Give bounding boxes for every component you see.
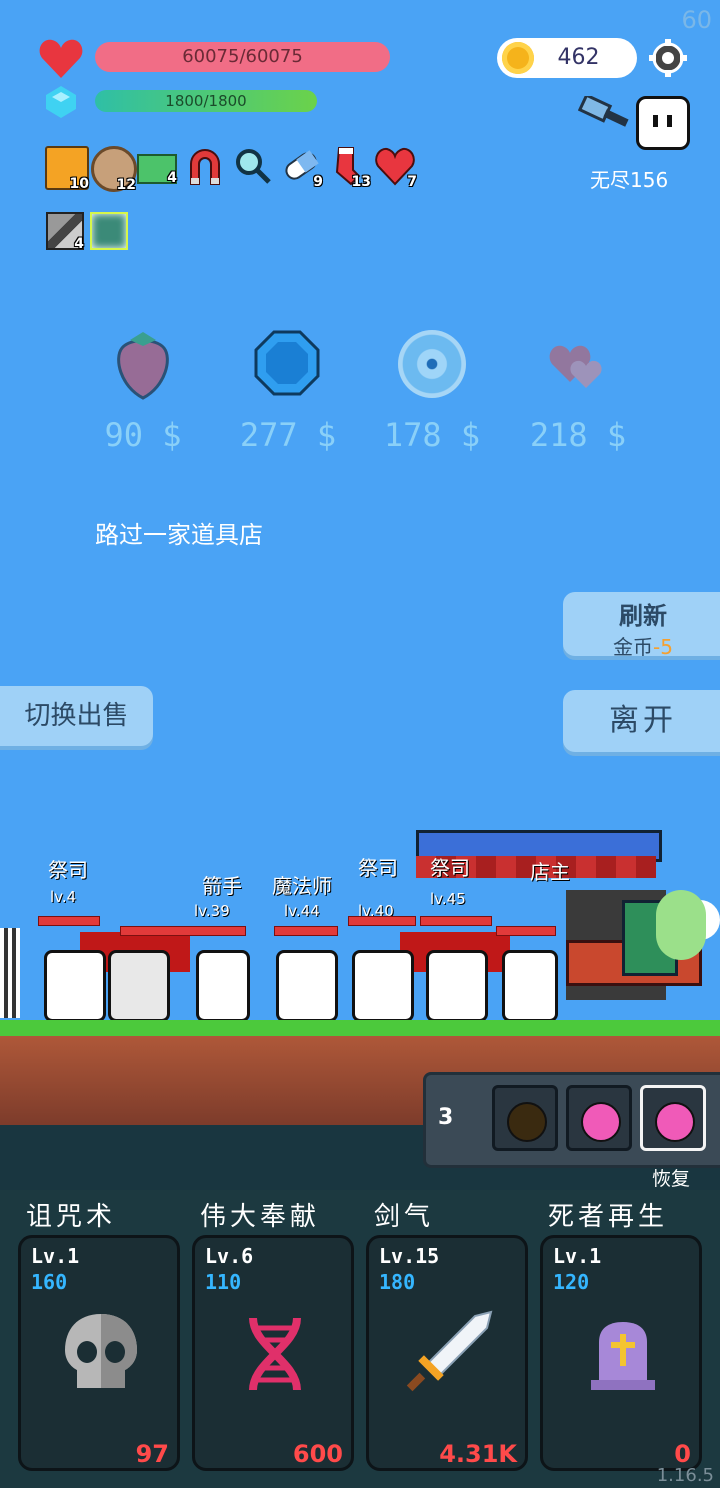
unit-name: 箭手: [202, 874, 242, 898]
heart-item-icon[interactable]: 7: [375, 146, 417, 190]
unit-name: 祭司: [430, 856, 470, 880]
unit[interactable]: [426, 950, 488, 1022]
skill-level: Lv.15: [379, 1244, 440, 1268]
skill-card-revive[interactable]: Lv.1 120 0: [540, 1235, 702, 1471]
unit[interactable]: [108, 950, 170, 1022]
unit-name: 祭司: [48, 858, 88, 882]
blue-orb-icon[interactable]: [398, 330, 466, 398]
skill-cost: 110: [205, 1270, 242, 1294]
unit[interactable]: [352, 950, 414, 1022]
pink-potion-icon: [581, 1102, 621, 1142]
sock-icon[interactable]: 13: [329, 146, 371, 190]
unit-hp-bar: [120, 926, 246, 936]
unit[interactable]: [502, 950, 558, 1022]
skill-card-devotion[interactable]: Lv.6 110 600: [192, 1235, 354, 1471]
unit-level: lv.39: [194, 902, 230, 920]
unit-hp-bar: [274, 926, 338, 936]
skill-cost: 120: [553, 1270, 590, 1294]
potion-slot[interactable]: [492, 1085, 558, 1151]
potion-count: 3: [438, 1105, 454, 1130]
unit-level: lv.45: [430, 890, 466, 908]
light-card-icon[interactable]: [90, 212, 128, 250]
refresh-cost: 金币-5: [613, 635, 673, 659]
shop-price: 90 $: [104, 416, 182, 454]
unit-hp-bar: [420, 916, 492, 926]
skill-value: 600: [292, 1440, 343, 1468]
coin-count: 462: [557, 45, 600, 70]
money-heart-icon[interactable]: 4: [137, 154, 177, 186]
unit-hp-bar: [348, 916, 416, 926]
potion-slot[interactable]: [640, 1085, 706, 1151]
shield-disk-icon[interactable]: 12: [91, 146, 137, 193]
skill-level: Lv.1: [31, 1244, 80, 1268]
grass: [0, 1020, 720, 1036]
dark-potion-icon: [507, 1102, 547, 1142]
sword-icon: [403, 1308, 495, 1400]
heart-icon: [38, 36, 84, 80]
pill-icon[interactable]: 9: [281, 146, 323, 190]
skill-card-sword-qi[interactable]: Lv.15 180 4.31K: [366, 1235, 528, 1471]
ghost-icon[interactable]: [636, 96, 690, 150]
fence: [0, 928, 20, 1018]
refresh-label: 刷新: [619, 602, 667, 630]
blade-card-icon[interactable]: 4: [46, 212, 84, 252]
mp-bar: 1800/1800: [95, 90, 317, 112]
skill-value: 4.31K: [439, 1440, 517, 1468]
skill-card-curse[interactable]: Lv.1 160 97: [18, 1235, 180, 1471]
swap-sell-button[interactable]: 切换出售: [0, 686, 153, 746]
leave-button[interactable]: 离开: [563, 690, 720, 752]
double-heart-icon[interactable]: [546, 340, 610, 390]
unit-name: 店主: [530, 860, 570, 884]
potion-label: 恢复: [652, 1168, 691, 1190]
unit[interactable]: [196, 950, 250, 1022]
pink-potion-icon: [655, 1102, 695, 1142]
fps-counter: 60: [681, 6, 712, 34]
shop-price: 178 $: [383, 416, 481, 454]
skill-level: Lv.1: [553, 1244, 602, 1268]
endless-stage-label: 无尽156: [590, 168, 669, 192]
blue-gem-icon[interactable]: [254, 330, 320, 396]
version-label: 1.16.5: [656, 1465, 714, 1486]
skill-cost: 180: [379, 1270, 416, 1294]
skill-name: 死者再生: [548, 1202, 669, 1232]
magnet-icon[interactable]: [185, 146, 225, 186]
unit-hp-bar: [38, 916, 100, 926]
unit-name: 魔法师: [272, 874, 332, 898]
unit-level: lv.44: [284, 902, 320, 920]
tombstone-icon: [589, 1318, 657, 1390]
unit-hp-bar: [496, 926, 556, 936]
strawberry-icon[interactable]: [112, 330, 174, 400]
dna-icon: [243, 1316, 307, 1392]
items-row: 10 12 4 9 13 7: [45, 146, 425, 193]
unit-name: 祭司: [358, 856, 398, 880]
magnifier-icon[interactable]: [233, 146, 273, 186]
event-message: 路过一家道具店: [95, 521, 263, 549]
shop-price: 277 $: [239, 416, 337, 454]
refresh-button[interactable]: 刷新 金币-5: [563, 592, 720, 659]
skill-cost: 160: [31, 1270, 68, 1294]
skill-level: Lv.6: [205, 1244, 254, 1268]
skill-name: 剑气: [374, 1202, 435, 1232]
potion-panel: 3: [423, 1072, 720, 1168]
skill-name: 伟大奉献: [200, 1202, 321, 1232]
gear-icon[interactable]: [648, 38, 688, 78]
shop-price: 218 $: [529, 416, 627, 454]
unit-level: lv.4: [50, 888, 77, 906]
skill-name: 诅咒术: [26, 1202, 117, 1232]
hp-bar: 60075/60075: [95, 42, 390, 72]
skill-value: 0: [674, 1440, 691, 1468]
skull-icon: [59, 1310, 143, 1394]
unit[interactable]: [276, 950, 338, 1022]
unit[interactable]: [44, 950, 106, 1022]
hammer-icon[interactable]: [577, 93, 634, 136]
mana-crystal-icon: [46, 86, 76, 118]
book-icon[interactable]: 10: [45, 146, 89, 192]
battlefield: 祭司 lv.4 箭手 lv.39 魔法师 lv.44 祭司 lv.40 祭司 l…: [0, 830, 720, 1025]
potion-slot[interactable]: [566, 1085, 632, 1151]
skill-value: 97: [135, 1440, 169, 1468]
